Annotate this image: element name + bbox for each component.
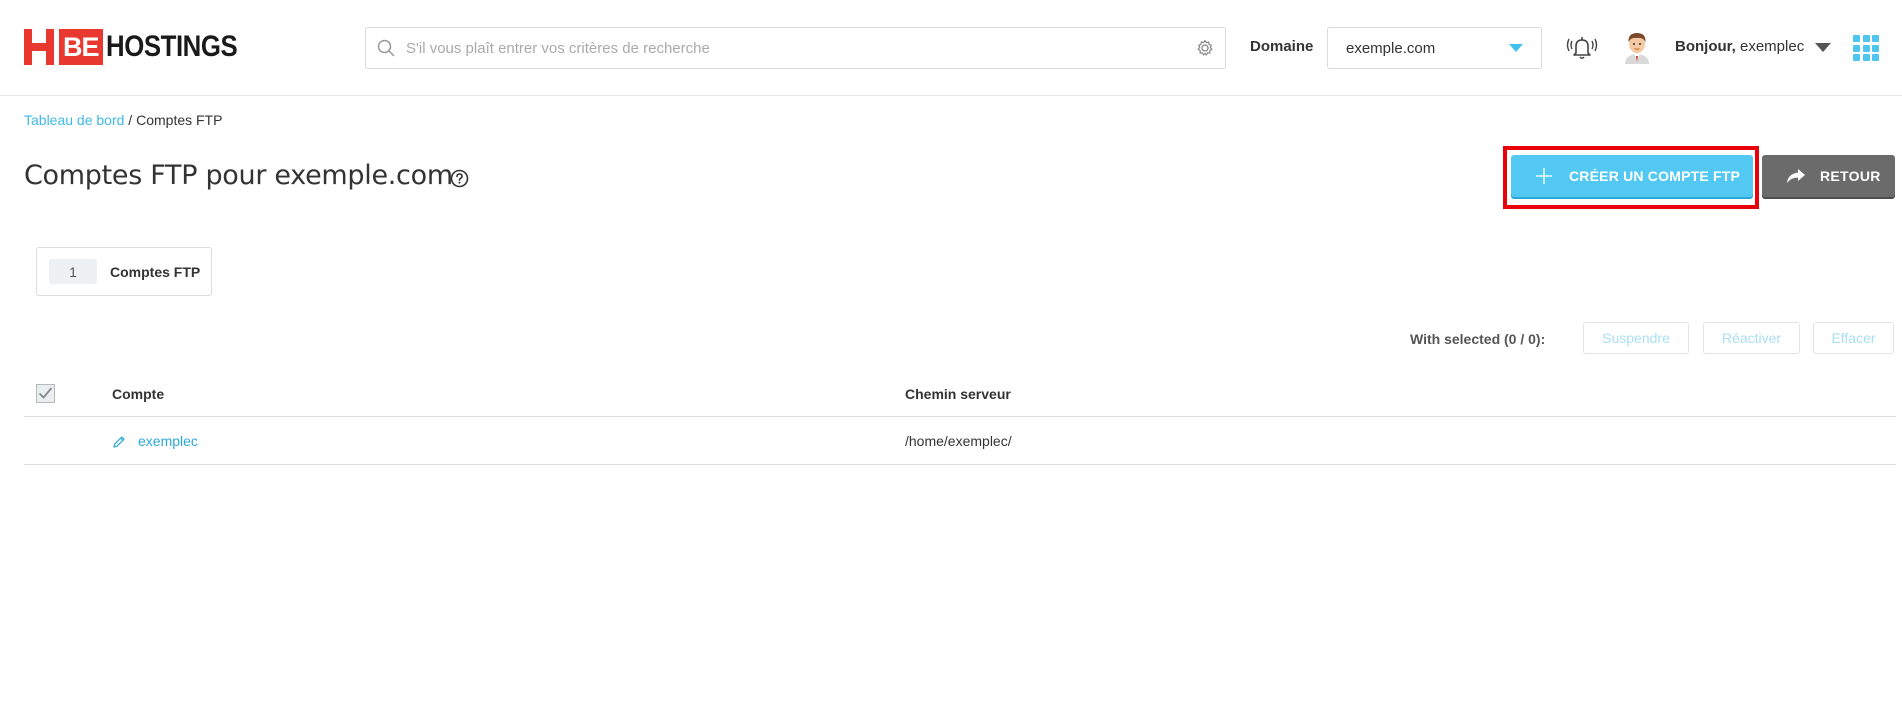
logo-h-mark: [24, 29, 54, 65]
ftp-accounts-table: Compte Chemin serveur exemplec /home/exe…: [24, 370, 1896, 465]
user-menu-chevron-icon[interactable]: [1815, 43, 1831, 52]
domain-select[interactable]: exemple.com: [1327, 27, 1542, 69]
logo-text: HOSTINGS: [105, 30, 238, 63]
table-row: exemplec /home/exemplec/: [24, 417, 1896, 465]
breadcrumb-current: Comptes FTP: [136, 112, 223, 128]
server-path: /home/exemplec/: [905, 433, 1012, 449]
user-greeting[interactable]: Bonjour, exemplec: [1675, 38, 1804, 55]
chevron-down-icon: [1509, 44, 1523, 52]
tab-ftp-accounts[interactable]: 1 Comptes FTP: [36, 247, 212, 296]
plus-icon: [1536, 168, 1552, 184]
breadcrumb: Tableau de bord / Comptes FTP: [24, 112, 222, 128]
create-button-label: CRÉER UN COMPTE FTP: [1569, 168, 1741, 184]
avatar[interactable]: [1622, 30, 1652, 64]
greeting-username: exemplec: [1740, 38, 1805, 55]
table-header: Compte Chemin serveur: [24, 370, 1896, 417]
tab-label: Comptes FTP: [110, 263, 201, 280]
back-button-label: RETOUR: [1820, 168, 1881, 184]
bell-icon[interactable]: [1566, 32, 1598, 64]
search-icon: [377, 39, 395, 57]
logo-be: BE: [59, 29, 103, 65]
column-header-account[interactable]: Compte: [112, 386, 164, 402]
pencil-icon[interactable]: [112, 435, 126, 449]
select-all-checkbox-icon[interactable]: [36, 384, 55, 403]
domain-label: Domaine: [1250, 38, 1314, 55]
search-bar: [365, 27, 1226, 69]
gear-icon[interactable]: [1195, 38, 1215, 58]
domain-value: exemple.com: [1346, 39, 1436, 57]
create-ftp-account-button[interactable]: CRÉER UN COMPTE FTP: [1511, 155, 1753, 197]
account-name-link[interactable]: exemplec: [138, 433, 198, 449]
page-title: Comptes FTP pour exemple.com: [24, 160, 453, 191]
top-header: BE HOSTINGS Domaine exemple.com: [0, 0, 1902, 96]
search-input[interactable]: [406, 29, 1195, 67]
brand-logo[interactable]: BE HOSTINGS: [24, 29, 258, 65]
column-header-path[interactable]: Chemin serveur: [905, 386, 1011, 402]
apps-grid-icon[interactable]: [1853, 35, 1879, 61]
reactivate-button[interactable]: Réactiver: [1703, 322, 1800, 354]
suspend-button[interactable]: Suspendre: [1583, 322, 1689, 354]
with-selected-label: With selected (0 / 0):: [1410, 331, 1546, 347]
breadcrumb-separator: /: [124, 112, 137, 128]
delete-button[interactable]: Effacer: [1813, 322, 1894, 354]
greeting-hello: Bonjour,: [1675, 38, 1736, 55]
tab-count-badge: 1: [49, 259, 97, 284]
back-button[interactable]: RETOUR: [1762, 155, 1895, 197]
help-icon[interactable]: [450, 169, 469, 188]
breadcrumb-home-link[interactable]: Tableau de bord: [24, 112, 124, 128]
share-arrow-icon: [1787, 169, 1805, 183]
